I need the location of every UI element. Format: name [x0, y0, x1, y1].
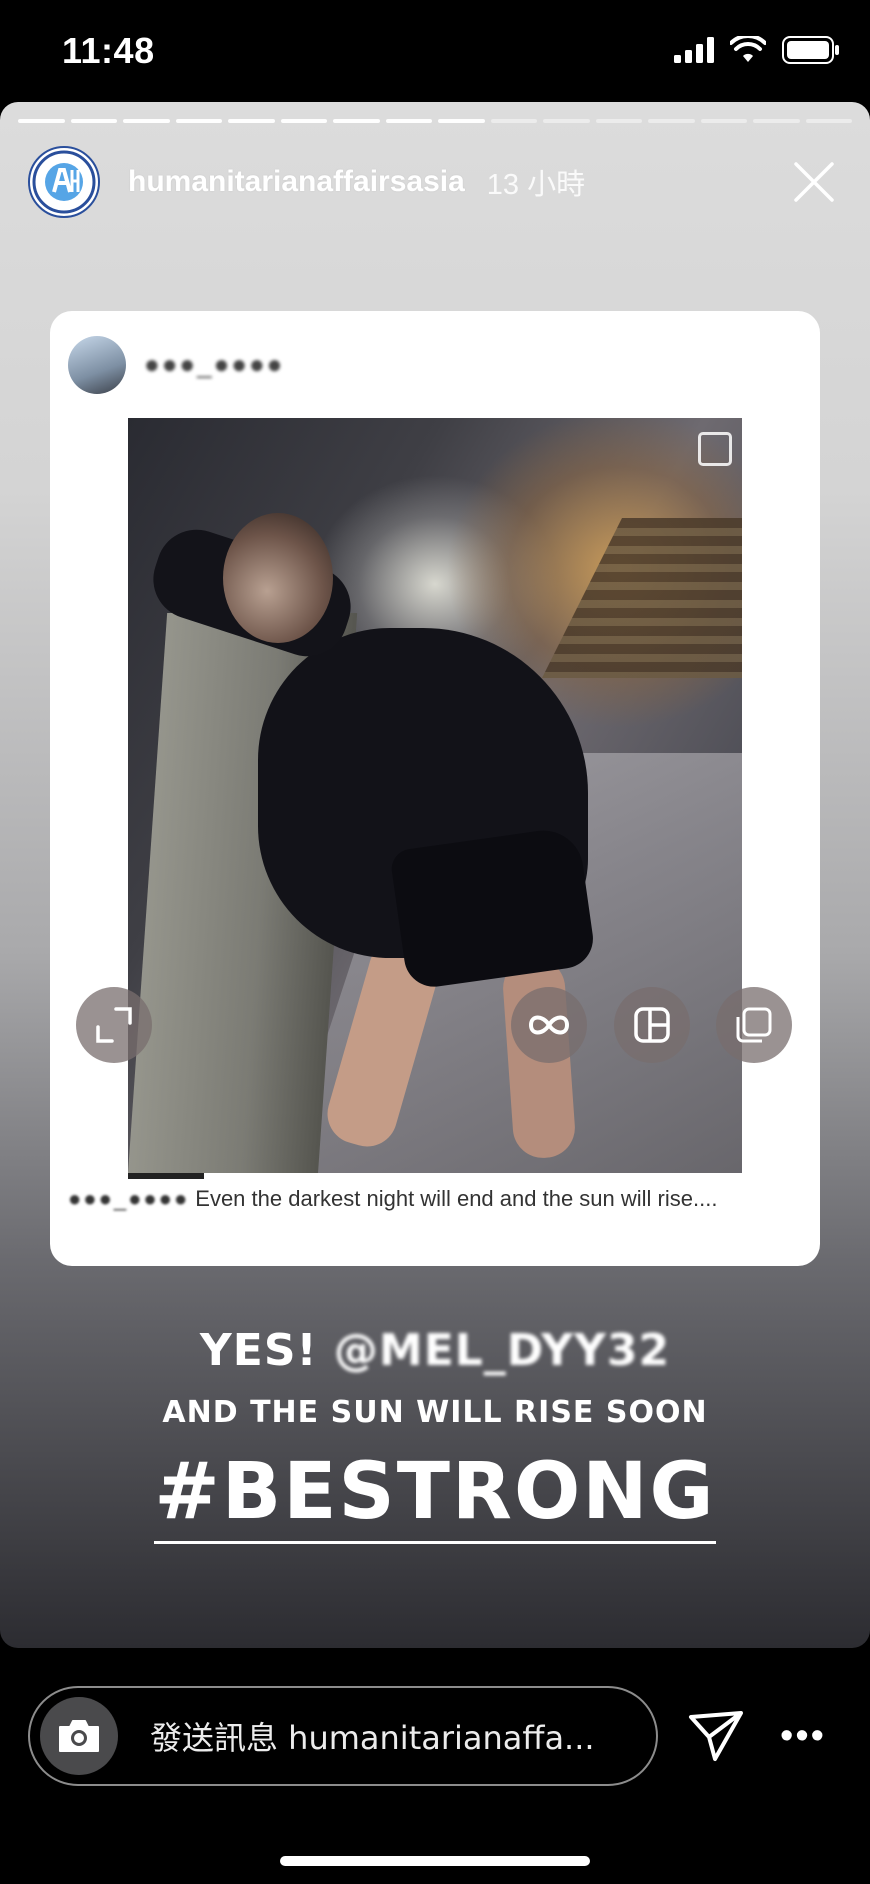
status-time: 11:48	[62, 30, 155, 71]
progress-segment	[123, 119, 170, 123]
progress-segment	[18, 119, 65, 123]
expand-icon	[96, 1007, 132, 1043]
progress-segment	[228, 119, 275, 123]
close-icon	[794, 162, 834, 202]
progress-segment	[543, 119, 590, 123]
boomerang-button[interactable]	[511, 987, 587, 1063]
shared-post-avatar[interactable]	[68, 335, 126, 394]
close-button[interactable]	[788, 156, 840, 208]
story-time-ago: 13 小時	[486, 169, 586, 201]
story-username[interactable]: humanitarianaffairsasia	[128, 165, 465, 199]
boomerang-icon	[528, 1015, 570, 1035]
multiple-button[interactable]	[716, 987, 792, 1063]
multi-photo-icon	[698, 432, 732, 466]
story-progress	[18, 119, 852, 123]
multiple-icon	[736, 1007, 772, 1043]
progress-segment	[385, 119, 432, 123]
more-button[interactable]: •••	[778, 1706, 828, 1766]
wifi-icon	[730, 36, 766, 62]
send-icon	[689, 1711, 743, 1761]
mention-sticker[interactable]: @MEL_DYY32	[334, 1325, 670, 1376]
caption-username[interactable]: ●●●_●●●●	[68, 1184, 189, 1214]
reply-placeholder[interactable]: 發送訊息 humanitarianaffa...	[150, 1713, 595, 1759]
photo-person-shorts	[389, 825, 597, 991]
reply-bar: 發送訊息 humanitarianaffa... •••	[0, 1648, 870, 1884]
progress-segment	[280, 119, 327, 123]
progress-segment	[438, 119, 485, 123]
progress-segment	[700, 119, 747, 123]
shared-post-caption: ●●●_●●●● Even the darkest night will end …	[68, 1184, 802, 1214]
shared-post-username[interactable]: ●●●_●●●●	[144, 349, 284, 380]
status-icons	[674, 36, 840, 64]
story-text-line2: AND THE SUN WILL RISE SOON	[162, 1395, 708, 1430]
story-header: humanitarianaffairsasia 13 小時	[28, 142, 850, 222]
progress-segment	[175, 119, 222, 123]
reply-input[interactable]: 發送訊息 humanitarianaffa...	[28, 1686, 658, 1786]
progress-segment	[490, 119, 537, 123]
expand-button[interactable]	[76, 987, 152, 1063]
camera-icon	[59, 1720, 99, 1752]
hashtag-text[interactable]: #BESTRONG	[154, 1447, 716, 1544]
progress-segment	[70, 119, 117, 123]
photo-person-head	[223, 513, 333, 643]
caption-divider	[128, 1173, 204, 1179]
story-avatar[interactable]	[28, 146, 100, 218]
layout-icon	[634, 1007, 670, 1043]
hashtag-sticker[interactable]: #BESTRONG	[0, 1447, 870, 1544]
brand-logo-icon	[32, 150, 96, 214]
progress-segment	[753, 119, 800, 123]
progress-segment	[595, 119, 642, 123]
progress-segment	[648, 119, 695, 123]
progress-segment	[333, 119, 380, 123]
camera-button[interactable]	[40, 1697, 118, 1775]
layout-button[interactable]	[614, 987, 690, 1063]
cellular-signal-icon	[674, 37, 714, 63]
progress-segment	[805, 119, 852, 123]
story-view[interactable]: humanitarianaffairsasia 13 小時 ●●●_●●●● ●…	[0, 102, 870, 1648]
more-icon: •••	[780, 1714, 826, 1757]
shared-post-header: ●●●_●●●●	[50, 311, 820, 418]
battery-icon	[782, 36, 839, 64]
home-indicator[interactable]	[280, 1856, 590, 1866]
story-text-line1: YES! @MEL_DYY32	[0, 1325, 870, 1376]
status-bar: 11:48	[0, 0, 870, 102]
caption-text: Even the darkest night will end and the …	[195, 1186, 718, 1211]
shared-post-card[interactable]: ●●●_●●●● ●●●_●●●● Even the darkest night…	[50, 311, 820, 1266]
story-text-yes: YES!	[199, 1325, 334, 1376]
send-button[interactable]	[686, 1706, 746, 1766]
photo-stairs	[542, 518, 742, 678]
